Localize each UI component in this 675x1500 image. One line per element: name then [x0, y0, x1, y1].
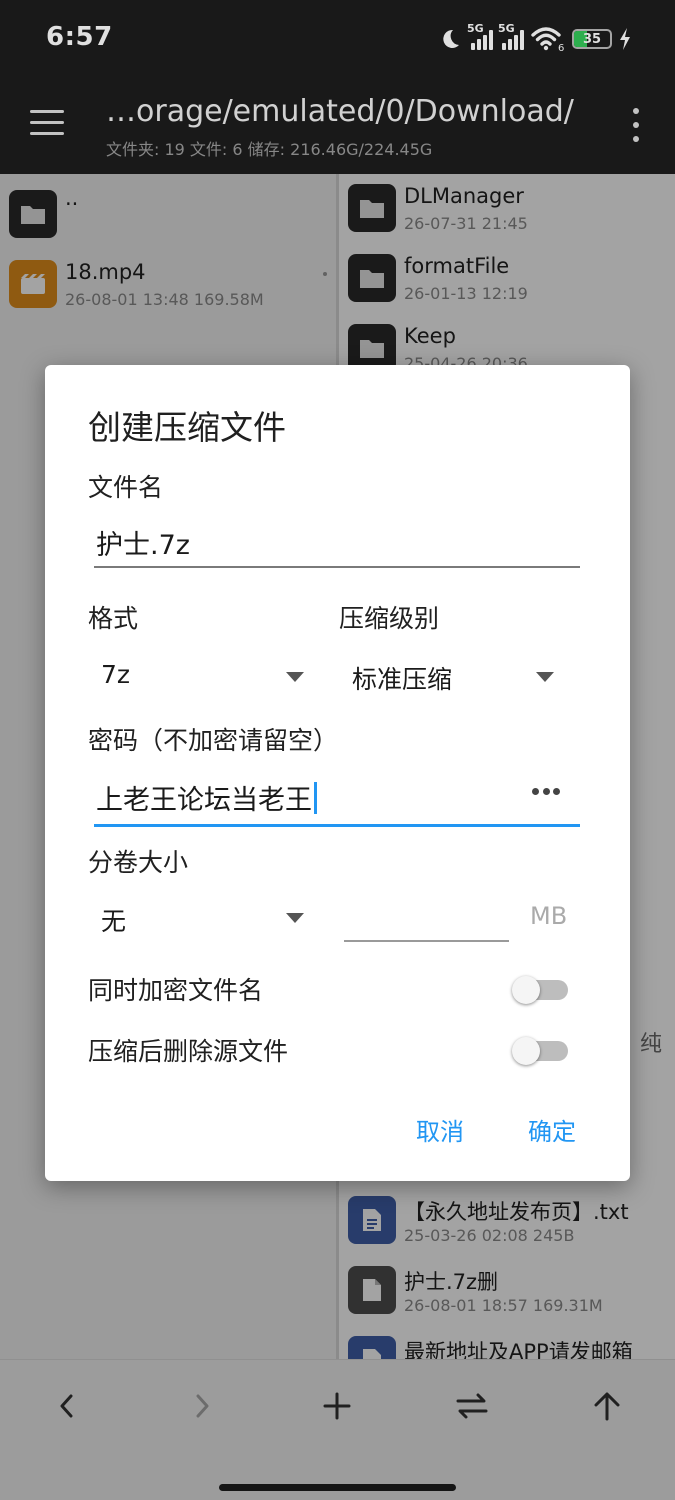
filename-label: 文件名	[88, 473, 164, 502]
text-cursor	[314, 782, 317, 814]
format-label: 格式	[88, 604, 139, 633]
chevron-down-icon[interactable]	[286, 913, 304, 923]
password-value: 上老王论坛当老王	[96, 785, 312, 816]
ok-button[interactable]: 确定	[528, 1112, 576, 1147]
cancel-button[interactable]: 取消	[416, 1112, 464, 1147]
filename-input[interactable]: 护士.7z	[96, 523, 190, 562]
delete-source-toggle[interactable]	[512, 1034, 568, 1065]
volume-label: 分卷大小	[88, 848, 189, 877]
filename-underline	[94, 566, 580, 568]
level-select[interactable]: 标准压缩	[352, 660, 452, 696]
partial-file-text: 纯	[640, 1032, 663, 1057]
chevron-down-icon[interactable]	[536, 672, 554, 682]
encrypt-names-label: 同时加密文件名	[88, 976, 264, 1005]
delete-source-label: 压缩后删除源文件	[88, 1037, 289, 1066]
password-label: 密码（不加密请留空）	[88, 726, 339, 755]
level-label: 压缩级别	[339, 604, 440, 633]
password-underline	[94, 824, 580, 827]
volume-unit: MB	[530, 902, 568, 930]
volume-select[interactable]: 无	[101, 902, 126, 938]
password-visibility-icon[interactable]	[532, 788, 560, 798]
dialog-title: 创建压缩文件	[88, 408, 286, 447]
format-select[interactable]: 7z	[101, 660, 130, 689]
password-input[interactable]: 上老王论坛当老王	[96, 778, 317, 817]
create-archive-dialog: 创建压缩文件 文件名 护士.7z 格式 压缩级别 7z 标准压缩 密码（不加密请…	[45, 365, 630, 1181]
volume-size-input[interactable]	[344, 940, 509, 942]
chevron-down-icon[interactable]	[286, 672, 304, 682]
scrim-top	[0, 0, 675, 174]
encrypt-names-toggle[interactable]	[512, 973, 568, 1004]
